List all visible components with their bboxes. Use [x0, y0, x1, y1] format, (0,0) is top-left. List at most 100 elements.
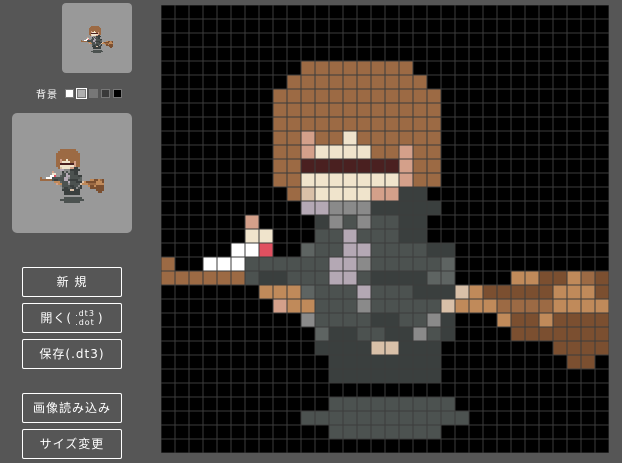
pixel[interactable]: [539, 327, 553, 341]
pixel[interactable]: [371, 355, 385, 369]
pixel[interactable]: [357, 327, 371, 341]
pixel[interactable]: [273, 285, 287, 299]
pixel[interactable]: [581, 327, 595, 341]
pixel[interactable]: [189, 271, 203, 285]
pixel[interactable]: [231, 243, 245, 257]
pixel[interactable]: [553, 299, 567, 313]
pixel[interactable]: [343, 61, 357, 75]
pixel[interactable]: [315, 145, 329, 159]
pixel[interactable]: [511, 285, 525, 299]
pixel[interactable]: [245, 243, 259, 257]
pixel[interactable]: [497, 285, 511, 299]
pixel[interactable]: [287, 89, 301, 103]
pixel[interactable]: [399, 187, 413, 201]
pixel[interactable]: [399, 159, 413, 173]
bg-swatch-light-gray[interactable]: [76, 87, 87, 99]
pixel[interactable]: [385, 285, 399, 299]
pixel[interactable]: [329, 341, 343, 355]
pixel[interactable]: [385, 173, 399, 187]
pixel[interactable]: [357, 145, 371, 159]
pixel[interactable]: [301, 131, 315, 145]
pixel[interactable]: [567, 285, 581, 299]
pixel[interactable]: [595, 285, 609, 299]
pixel[interactable]: [273, 271, 287, 285]
pixel[interactable]: [581, 299, 595, 313]
pixel[interactable]: [357, 285, 371, 299]
shadow-pixel[interactable]: [399, 411, 413, 425]
bg-swatch-black[interactable]: [113, 88, 122, 98]
pixel[interactable]: [259, 229, 273, 243]
pixel[interactable]: [343, 285, 357, 299]
pixel[interactable]: [357, 75, 371, 89]
pixel[interactable]: [315, 117, 329, 131]
pixel[interactable]: [245, 229, 259, 243]
pixel[interactable]: [455, 299, 469, 313]
pixel[interactable]: [329, 159, 343, 173]
pixel[interactable]: [357, 243, 371, 257]
pixel[interactable]: [231, 271, 245, 285]
pixel[interactable]: [357, 341, 371, 355]
pixel[interactable]: [399, 285, 413, 299]
pixel[interactable]: [413, 243, 427, 257]
pixel[interactable]: [329, 201, 343, 215]
pixel[interactable]: [371, 159, 385, 173]
shadow-pixel[interactable]: [329, 397, 343, 411]
pixel[interactable]: [301, 201, 315, 215]
pixel[interactable]: [469, 285, 483, 299]
pixel[interactable]: [413, 271, 427, 285]
pixel-grid[interactable]: [161, 5, 609, 453]
pixel[interactable]: [371, 341, 385, 355]
shadow-pixel[interactable]: [343, 425, 357, 439]
pixel[interactable]: [371, 243, 385, 257]
pixel[interactable]: [399, 131, 413, 145]
open-button[interactable]: 開く( .dt3 .dot ): [22, 303, 122, 333]
shadow-pixel[interactable]: [385, 425, 399, 439]
pixel[interactable]: [413, 187, 427, 201]
pixel[interactable]: [385, 355, 399, 369]
shadow-pixel[interactable]: [371, 397, 385, 411]
pixel[interactable]: [343, 215, 357, 229]
pixel[interactable]: [329, 131, 343, 145]
pixel[interactable]: [413, 285, 427, 299]
pixel[interactable]: [301, 285, 315, 299]
pixel[interactable]: [287, 173, 301, 187]
pixel[interactable]: [483, 285, 497, 299]
pixel[interactable]: [371, 61, 385, 75]
shadow-pixel[interactable]: [385, 411, 399, 425]
pixel[interactable]: [413, 327, 427, 341]
pixel[interactable]: [399, 313, 413, 327]
pixel[interactable]: [329, 229, 343, 243]
new-button[interactable]: 新 規: [22, 267, 122, 297]
pixel[interactable]: [329, 187, 343, 201]
shadow-pixel[interactable]: [413, 411, 427, 425]
pixel[interactable]: [329, 313, 343, 327]
shadow-pixel[interactable]: [329, 425, 343, 439]
shadow-pixel[interactable]: [371, 411, 385, 425]
pixel[interactable]: [343, 369, 357, 383]
pixel[interactable]: [343, 341, 357, 355]
pixel[interactable]: [343, 271, 357, 285]
pixel[interactable]: [287, 159, 301, 173]
pixel[interactable]: [315, 103, 329, 117]
pixel[interactable]: [175, 271, 189, 285]
pixel[interactable]: [245, 271, 259, 285]
pixel[interactable]: [371, 285, 385, 299]
pixel[interactable]: [539, 271, 553, 285]
pixel[interactable]: [343, 173, 357, 187]
pixel[interactable]: [483, 299, 497, 313]
pixel[interactable]: [301, 313, 315, 327]
pixel[interactable]: [371, 117, 385, 131]
shadow-pixel[interactable]: [455, 411, 469, 425]
pixel[interactable]: [427, 257, 441, 271]
pixel[interactable]: [357, 103, 371, 117]
shadow-pixel[interactable]: [427, 411, 441, 425]
pixel[interactable]: [371, 229, 385, 243]
pixel[interactable]: [385, 215, 399, 229]
pixel[interactable]: [525, 271, 539, 285]
pixel[interactable]: [413, 159, 427, 173]
pixel[interactable]: [385, 243, 399, 257]
pixel[interactable]: [385, 103, 399, 117]
pixel[interactable]: [595, 341, 609, 355]
pixel[interactable]: [385, 271, 399, 285]
pixel[interactable]: [413, 117, 427, 131]
